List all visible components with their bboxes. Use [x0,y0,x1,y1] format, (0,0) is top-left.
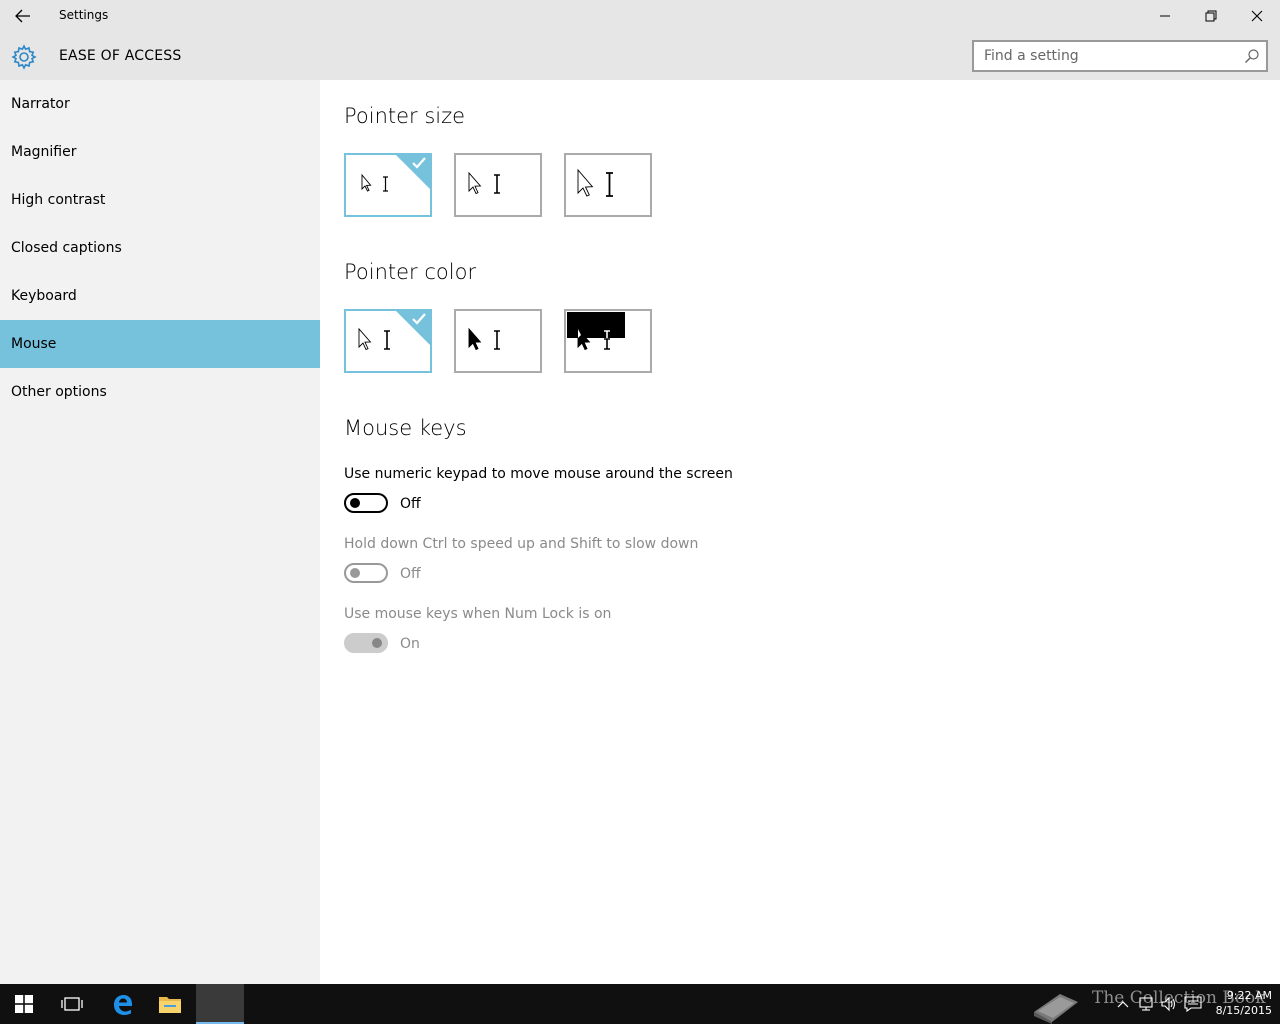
search-input[interactable] [974,42,1234,70]
pointer-color-heading: Pointer color [344,260,477,284]
back-arrow-icon [15,9,30,23]
sidebar-item-magnifier[interactable]: Magnifier [0,128,320,176]
minimize-icon [1160,15,1170,17]
sidebar-item-high-contrast[interactable]: High contrast [0,176,320,224]
settings-app-icon [220,1004,221,1005]
show-hidden-icons-icon[interactable] [1114,996,1132,1012]
sidebar-item-keyboard[interactable]: Keyboard [0,272,320,320]
section-title: EASE OF ACCESS [59,48,182,64]
toggle-knob [372,638,382,648]
sidebar-item-label: Other options [11,384,107,400]
sidebar-item-other-options[interactable]: Other options [0,368,320,416]
gear-icon [11,44,37,70]
selected-check-icon [394,309,432,347]
num-lock-toggle[interactable] [344,633,388,653]
close-icon [1251,10,1263,22]
sidebar-item-label: Magnifier [11,144,77,160]
cursor-large-icon [577,168,613,197]
sidebar-item-label: Narrator [11,96,70,112]
sidebar-item-label: Mouse [11,336,57,352]
numeric-keypad-toggle[interactable] [344,493,388,513]
sidebar-item-narrator[interactable]: Narrator [0,80,320,128]
settings-taskbar-button[interactable] [196,984,244,1024]
sidebar-item-label: Keyboard [11,288,77,304]
sidebar-nav: Narrator Magnifier High contrast Closed … [0,80,320,984]
network-icon[interactable] [1138,996,1156,1012]
sidebar-item-label: Closed captions [11,240,122,256]
restore-icon [1205,10,1217,22]
system-clock[interactable]: 9:22 AM 8/15/2015 [1206,988,1272,1018]
window-title: Settings [59,8,109,22]
toggle-knob [350,568,360,578]
back-button[interactable] [0,0,46,32]
close-button[interactable] [1234,0,1280,32]
pointer-size-heading: Pointer size [344,104,466,128]
selected-check-icon [394,153,432,191]
cursor-medium-icon [468,171,500,195]
edge-browser-icon [114,995,132,1015]
cursor-black-icon [468,327,500,351]
numeric-keypad-label: Use numeric keypad to move mouse around … [344,466,733,482]
folder-icon [159,997,181,1013]
pointer-size-option-large[interactable] [564,153,652,217]
clock-date: 8/15/2015 [1215,1004,1272,1017]
sidebar-item-mouse[interactable]: Mouse [0,320,320,368]
num-lock-state: On [400,636,420,652]
minimize-button[interactable] [1142,0,1188,32]
search-box[interactable] [972,40,1268,72]
pointer-size-option-small[interactable] [344,153,432,217]
volume-icon[interactable] [1160,996,1178,1012]
speed-modifier-toggle[interactable] [344,563,388,583]
mouse-keys-heading: Mouse keys [344,416,467,440]
clock-time: 9:22 AM [1226,989,1272,1002]
toggle-knob [350,498,360,508]
title-bar: Settings [0,0,1280,32]
windows-logo-icon [15,995,33,1013]
sidebar-item-label: High contrast [11,192,106,208]
action-center-icon[interactable] [1184,996,1202,1012]
pointer-size-option-medium[interactable] [454,153,542,217]
pointer-color-option-white[interactable] [344,309,432,373]
pointer-color-option-black[interactable] [454,309,542,373]
num-lock-label: Use mouse keys when Num Lock is on [344,606,612,622]
restore-button[interactable] [1188,0,1234,32]
edge-button[interactable] [98,984,146,1024]
speed-modifier-label: Hold down Ctrl to speed up and Shift to … [344,536,699,552]
task-view-icon [61,997,83,1011]
start-button[interactable] [0,984,48,1024]
settings-header: EASE OF ACCESS [0,32,1280,80]
taskbar: The Collection Book 9:22 AM 8/15/2015 [0,984,1280,1024]
search-icon[interactable] [1244,48,1260,64]
file-explorer-button[interactable] [146,984,194,1024]
main-content: Pointer size Pointer color Mouse keys Us… [320,80,1280,984]
sidebar-item-closed-captions[interactable]: Closed captions [0,224,320,272]
pointer-color-option-inverted[interactable] [564,309,652,373]
book-watermark-icon [1034,994,1078,1024]
task-view-button[interactable] [48,984,96,1024]
cursor-inverted-icon [567,312,625,351]
numeric-keypad-state: Off [400,496,421,512]
speed-modifier-state: Off [400,566,421,582]
